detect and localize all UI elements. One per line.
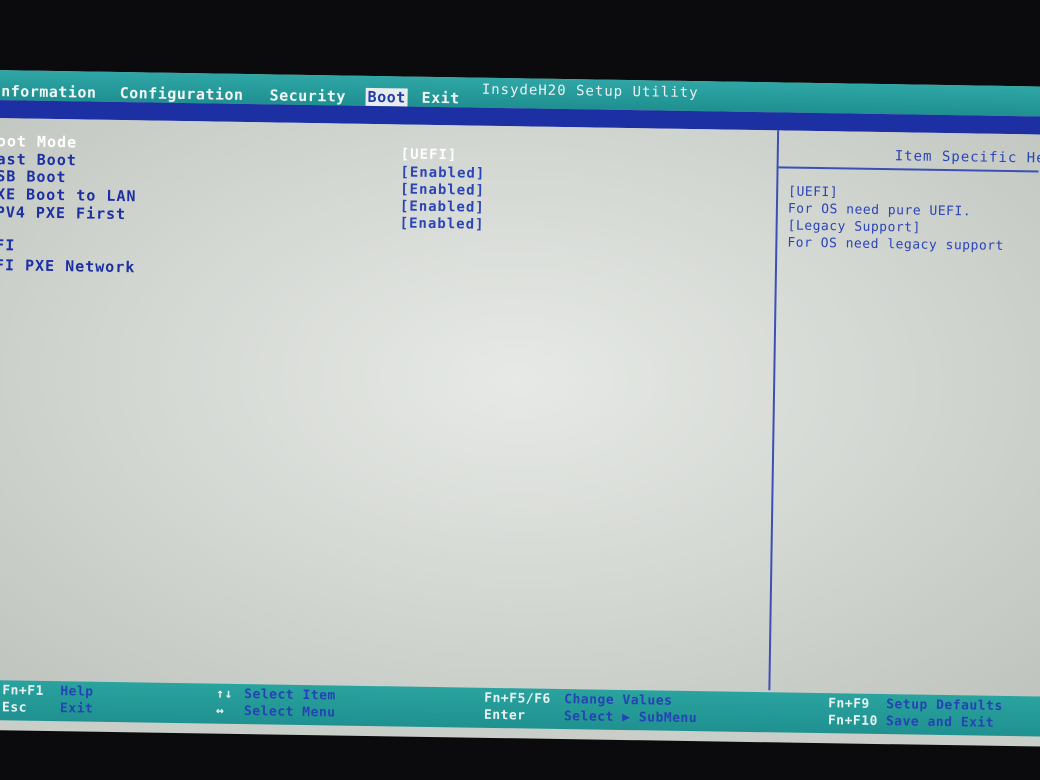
key-select-menu-desc: Select Menu xyxy=(243,704,336,721)
key-enter: Enter xyxy=(483,707,526,724)
setting-pxe-boot-value[interactable]: [Enabled] xyxy=(400,198,485,215)
tab-information[interactable]: Information xyxy=(0,82,97,102)
setting-ipv4-pxe-value[interactable]: [Enabled] xyxy=(400,215,485,232)
tab-security[interactable]: Security xyxy=(269,86,346,105)
help-line: [Legacy Support] xyxy=(787,218,921,236)
key-enter-desc: Select ▶ SubMenu xyxy=(563,709,698,727)
setting-ipv4-pxe-label[interactable]: PV4 PXE First xyxy=(0,203,126,223)
key-esc: Esc xyxy=(1,700,28,716)
help-panel-title: Item Specific He xyxy=(894,148,1040,167)
key-setup-defaults: Fn+F9 xyxy=(828,696,870,712)
key-change-values-desc: Change Values xyxy=(564,692,673,709)
tab-configuration[interactable]: Configuration xyxy=(120,84,244,104)
tab-boot[interactable]: Boot xyxy=(365,87,408,107)
key-save-exit: Fn+F10 xyxy=(827,713,878,729)
uefi-pxe-network-item[interactable]: FI PXE Network xyxy=(0,256,135,276)
uefi-section-header: FI xyxy=(0,236,16,255)
key-save-exit-desc: Save and Exit xyxy=(885,714,995,731)
key-change-values: Fn+F5/F6 xyxy=(484,690,551,707)
setting-boot-mode-value[interactable]: [UEFI] xyxy=(401,146,458,163)
photo-frame: InsydeH20 Setup Utility Information Conf… xyxy=(0,0,1040,780)
key-setup-defaults-desc: Setup Defaults xyxy=(886,697,1003,714)
setting-usb-boot-value[interactable]: [Enabled] xyxy=(400,181,485,198)
key-leftright-arrows: ↔ xyxy=(215,703,225,719)
setting-fast-boot-value[interactable]: [Enabled] xyxy=(400,164,485,181)
key-help-desc: Help xyxy=(60,684,94,700)
key-help: Fn+F1 xyxy=(2,683,45,699)
help-line: For OS need pure UEFI. xyxy=(787,201,972,220)
setting-boot-mode-label[interactable]: oot Mode xyxy=(0,132,77,151)
key-updown-arrows: ↑↓ xyxy=(216,686,233,702)
key-esc-desc: Exit xyxy=(59,701,94,717)
key-select-item-desc: Select Item xyxy=(244,687,336,704)
setting-pxe-boot-label[interactable]: XE Boot to LAN xyxy=(0,185,137,205)
help-line: [UEFI] xyxy=(788,184,839,201)
app-title: InsydeH20 Setup Utility xyxy=(481,81,699,102)
bios-setup-window: InsydeH20 Setup Utility Information Conf… xyxy=(0,70,1040,747)
tab-exit[interactable]: Exit xyxy=(421,89,459,108)
setting-usb-boot-label[interactable]: SB Boot xyxy=(0,167,67,186)
